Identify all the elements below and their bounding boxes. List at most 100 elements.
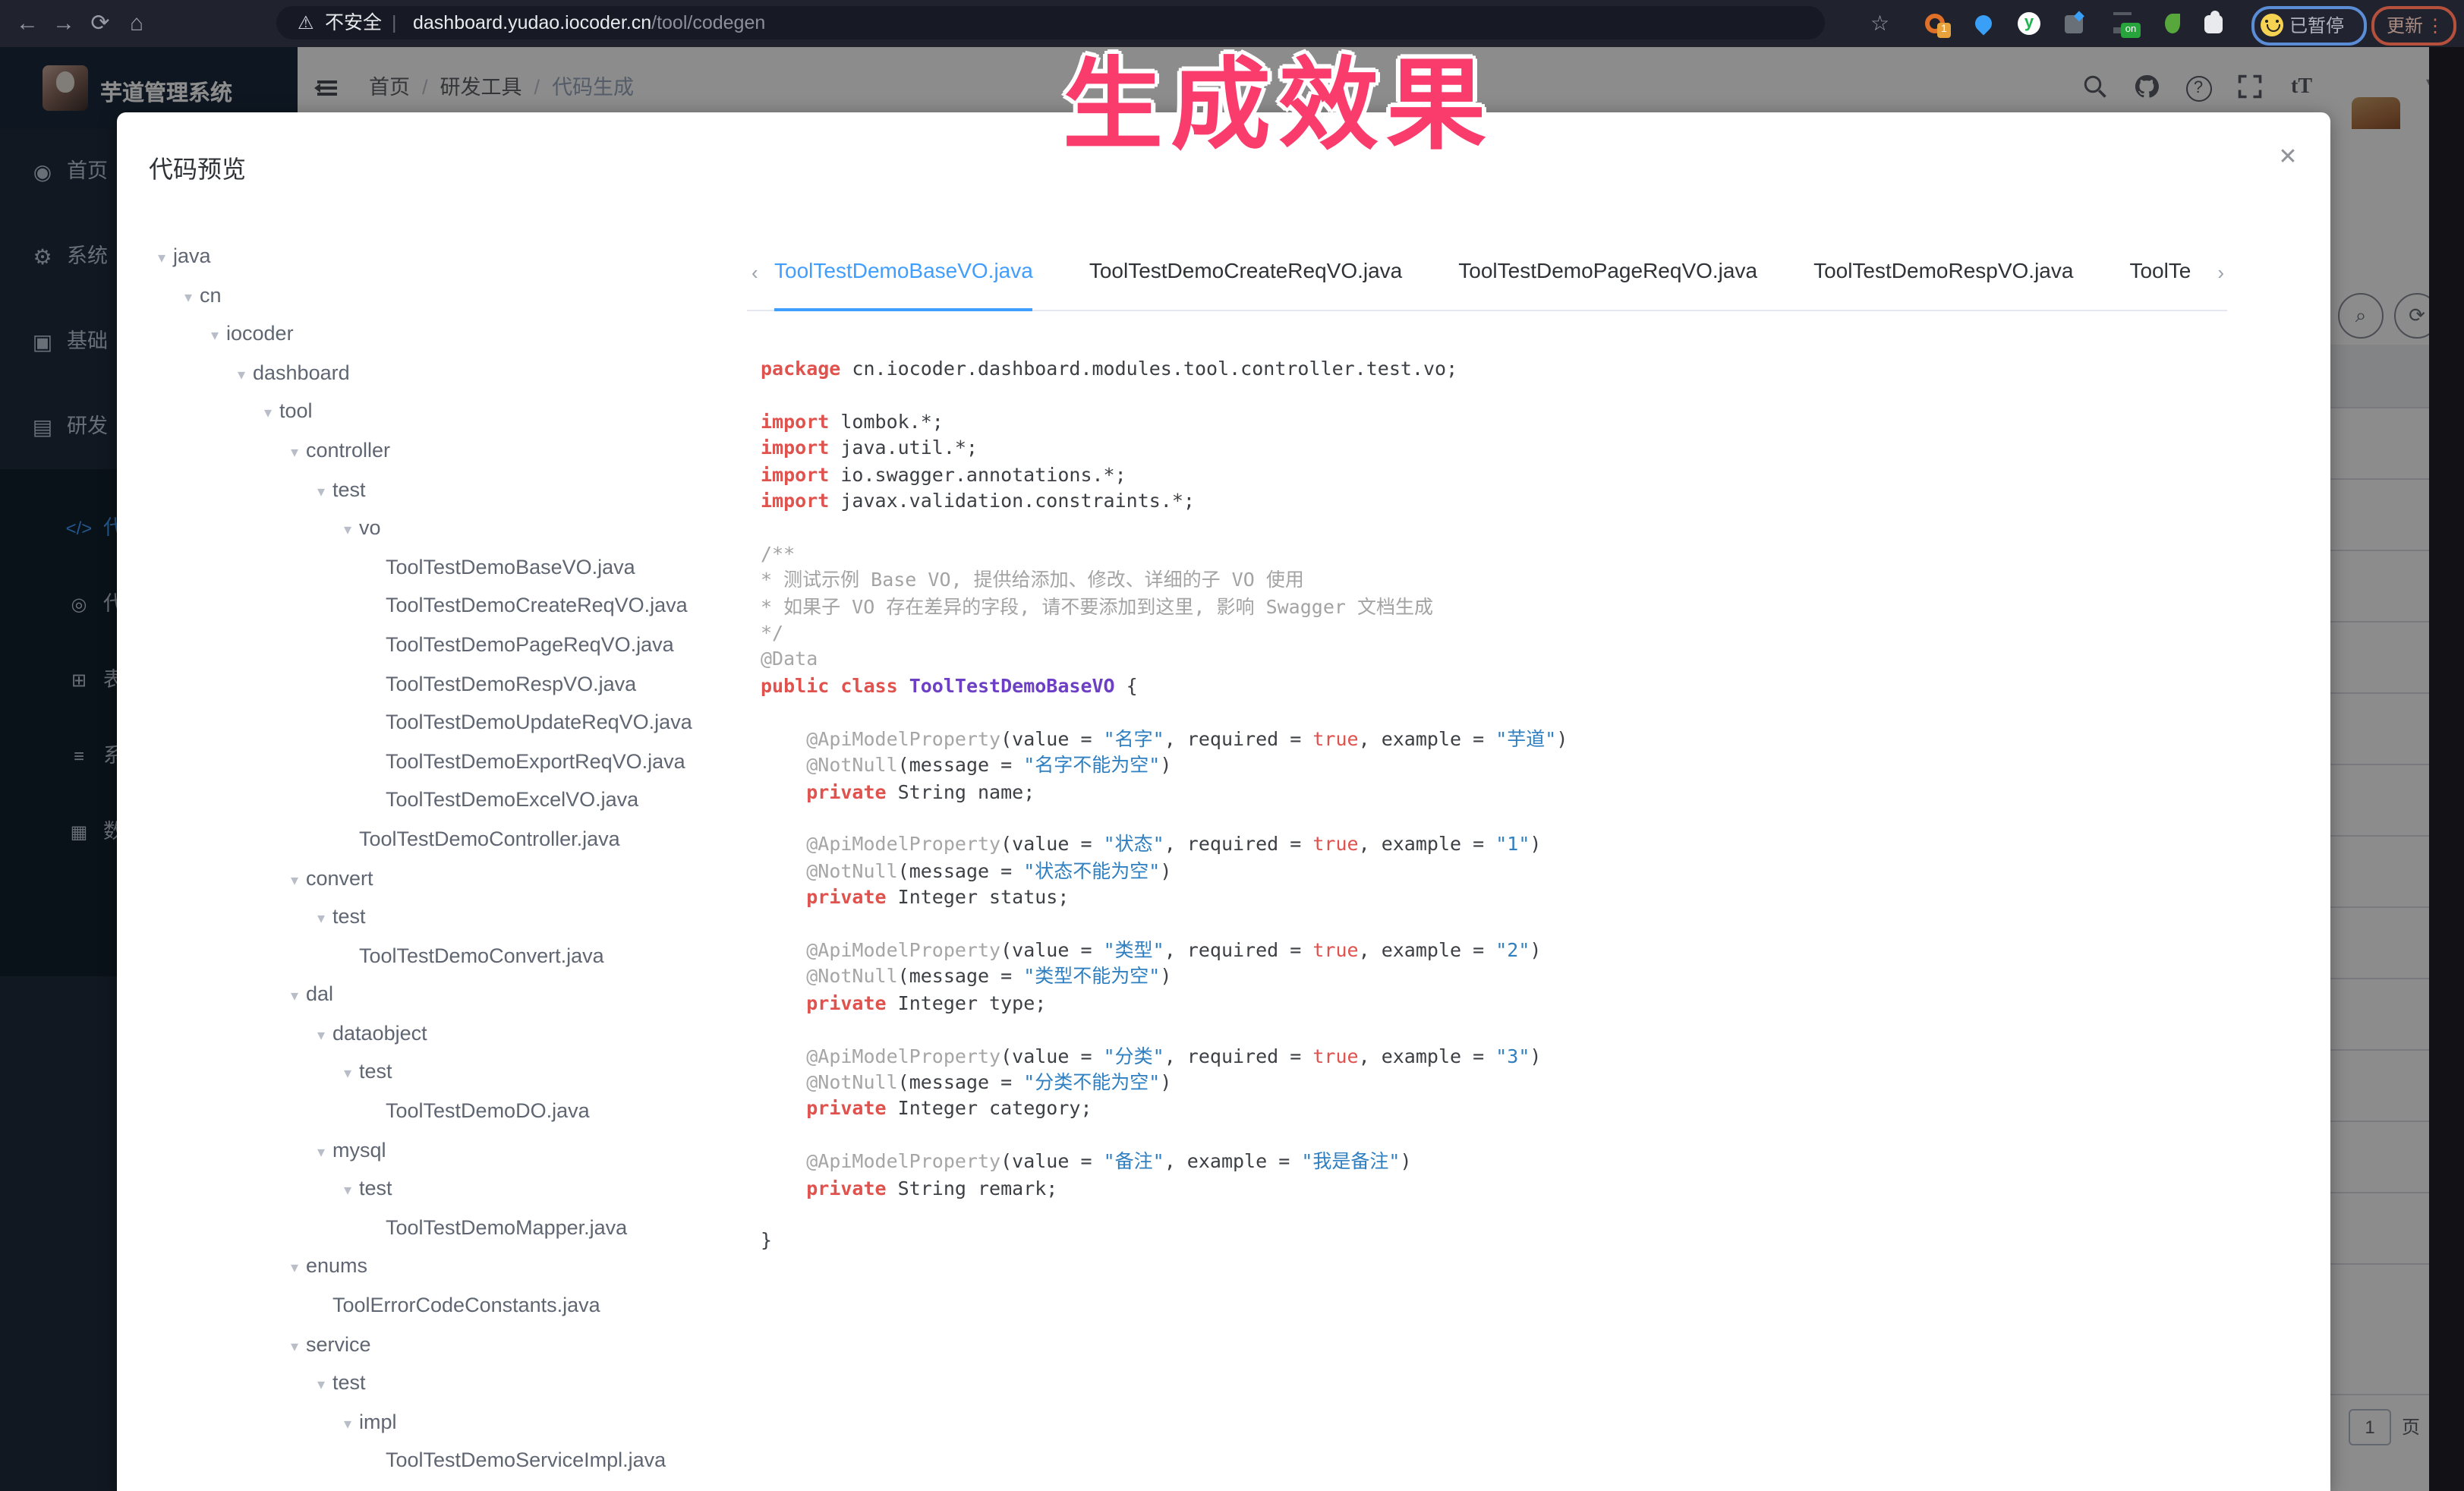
screen: ← → ⟳ ⌂ ⚠ 不安全 | dashboard.yudao.iocoder.…	[0, 0, 2464, 1491]
code-line	[761, 1122, 2294, 1149]
address-bar[interactable]: ⚠ 不安全 | dashboard.yudao.iocoder.cn/tool/…	[276, 6, 1825, 39]
tree-file[interactable]: ToolTestDemoController.java	[150, 820, 758, 859]
code-line	[761, 1201, 2294, 1228]
file-tab-1[interactable]: ToolTestDemoBaseVO.java	[774, 246, 1033, 311]
code-line: package cn.iocoder.dashboard.modules.too…	[761, 355, 2294, 382]
tree-file[interactable]: ToolTestDemoConvert.java	[150, 936, 758, 975]
tree-expand-caret-icon[interactable]: ▾	[336, 1406, 359, 1445]
file-tree: ▾java▾cn▾iocoder▾dashboard▾tool▾controll…	[150, 237, 758, 1480]
tree-expand-caret-icon[interactable]: ▾	[310, 1366, 332, 1405]
code-line: private String remark;	[761, 1174, 2294, 1201]
update-button[interactable]: 更新 ⋮	[2371, 6, 2456, 46]
tree-file[interactable]: ToolTestDemoExportReqVO.java	[150, 742, 758, 780]
tree-folder[interactable]: ▾test	[150, 897, 758, 936]
tree-file[interactable]: ToolTestDemoRespVO.java	[150, 664, 758, 703]
file-tabbar: ‹ ToolTestDemoBaseVO.java ToolTestDemoCre…	[747, 246, 2227, 311]
tree-expand-caret-icon[interactable]: ▾	[336, 512, 359, 550]
tree-folder[interactable]: ▾enums	[150, 1247, 758, 1286]
tree-expand-caret-icon[interactable]: ▾	[310, 1017, 332, 1056]
tree-folder[interactable]: ▾dal	[150, 976, 758, 1014]
tabs-scroll-right-icon[interactable]: ›	[2217, 261, 2224, 284]
tree-folder[interactable]: ▾tool	[150, 392, 758, 431]
tree-expand-caret-icon[interactable]: ▾	[310, 473, 332, 512]
file-tab-3[interactable]: ToolTestDemoPageReqVO.java	[1458, 246, 1757, 308]
tree-file[interactable]: ToolTestDemoDO.java	[150, 1092, 758, 1130]
extension-stats-icon[interactable]	[2065, 12, 2087, 35]
tree-folder[interactable]: ▾cn	[150, 276, 758, 314]
file-tab-2[interactable]: ToolTestDemoCreateReqVO.java	[1089, 246, 1402, 308]
extensions-puzzle-icon[interactable]	[2204, 12, 2227, 35]
tree-expand-caret-icon[interactable]: ▾	[230, 357, 253, 396]
tree-expand-caret-icon[interactable]: ▾	[283, 979, 306, 1017]
tree-expand-caret-icon[interactable]: ▾	[177, 279, 200, 317]
tree-folder[interactable]: ▾test	[150, 470, 758, 509]
tree-folder[interactable]: ▾vo	[150, 509, 758, 547]
tree-expand-caret-icon[interactable]: ▾	[336, 1173, 359, 1212]
tree-file[interactable]: ToolTestDemoPageReqVO.java	[150, 626, 758, 664]
tree-expand-caret-icon[interactable]: ▾	[336, 1056, 359, 1095]
tree-folder[interactable]: ▾test	[150, 1053, 758, 1092]
code-line: public class ToolTestDemoBaseVO {	[761, 673, 2294, 699]
extension-pin-icon[interactable]	[1972, 12, 1995, 35]
code-line: @NotNull(message = "名字不能为空")	[761, 752, 2294, 778]
tree-expand-caret-icon[interactable]: ▾	[310, 900, 332, 939]
code-line: private Integer category;	[761, 1095, 2294, 1122]
tree-folder[interactable]: ▾mysql	[150, 1130, 758, 1169]
tree-folder[interactable]: ▾dataobject	[150, 1014, 758, 1053]
code-line: @ApiModelProperty(value = "状态", required…	[761, 831, 2294, 858]
tree-folder[interactable]: ▾service	[150, 1325, 758, 1363]
extension-green-y-icon[interactable]: y	[2018, 12, 2040, 35]
tree-expand-caret-icon[interactable]: ▾	[283, 1250, 306, 1289]
extension-switch-on-icon[interactable]: on	[2113, 12, 2136, 35]
code-line: /**	[761, 541, 2294, 567]
file-tab-4[interactable]: ToolTestDemoRespVO.java	[1813, 246, 2073, 308]
tree-folder[interactable]: ▾dashboard	[150, 354, 758, 392]
tree-file[interactable]: ToolTestDemoExcelVO.java	[150, 781, 758, 820]
tree-file[interactable]: ToolTestDemoMapper.java	[150, 1209, 758, 1247]
extension-leaf-icon[interactable]	[2162, 12, 2185, 35]
tree-expand-caret-icon[interactable]: ▾	[310, 1133, 332, 1172]
tree-folder[interactable]: ▾controller	[150, 431, 758, 470]
tree-folder[interactable]: ▾test	[150, 1170, 758, 1209]
tree-expand-caret-icon[interactable]: ▾	[283, 1328, 306, 1366]
code-line	[761, 805, 2294, 831]
code-line: @ApiModelProperty(value = "分类", required…	[761, 1042, 2294, 1069]
code-line: @ApiModelProperty(value = "备注", example …	[761, 1148, 2294, 1174]
tree-folder[interactable]: ▾impl	[150, 1403, 758, 1442]
file-tab-5[interactable]: ToolTe	[2129, 246, 2191, 308]
tree-file[interactable]: ToolErrorCodeConstants.java	[150, 1286, 758, 1325]
browser-home-icon[interactable]: ⌂	[121, 0, 152, 47]
dialog-close-icon[interactable]: ✕	[2273, 143, 2303, 170]
code-line: private Integer type;	[761, 990, 2294, 1017]
browser-back-icon[interactable]: ←	[12, 0, 43, 47]
tree-file[interactable]: ToolTestDemoUpdateReqVO.java	[150, 703, 758, 742]
tabs-scroll-left-icon[interactable]: ‹	[751, 261, 758, 284]
code-line: @NotNull(message = "分类不能为空")	[761, 1069, 2294, 1095]
tree-folder[interactable]: ▾java	[150, 237, 758, 276]
address-separator: |	[392, 6, 397, 39]
browser-reload-icon[interactable]: ⟳	[85, 0, 115, 47]
tree-expand-caret-icon[interactable]: ▾	[283, 862, 306, 900]
paused-badge[interactable]: 已暂停	[2251, 6, 2367, 46]
tree-folder[interactable]: ▾iocoder	[150, 314, 758, 353]
tree-folder[interactable]: ▾test	[150, 1363, 758, 1402]
tree-expand-caret-icon[interactable]: ▾	[283, 434, 306, 473]
tree-folder[interactable]: ▾convert	[150, 859, 758, 897]
tree-expand-caret-icon[interactable]: ▾	[203, 317, 226, 356]
tree-file[interactable]: ToolTestDemoServiceImpl.java	[150, 1442, 758, 1480]
tree-expand-caret-icon[interactable]: ▾	[150, 240, 173, 279]
browser-forward-icon[interactable]: →	[49, 0, 79, 47]
code-line: @Data	[761, 646, 2294, 673]
tree-file[interactable]: ToolTestDemoBaseVO.java	[150, 548, 758, 587]
code-line	[761, 1016, 2294, 1042]
browser-menu-icon[interactable]: ⋮	[2426, 9, 2444, 43]
code-line: @ApiModelProperty(value = "类型", required…	[761, 937, 2294, 963]
code-line: * 如果子 VO 存在差异的字段, 请不要添加到这里, 影响 Swagger 文…	[761, 593, 2294, 619]
code-line: import io.swagger.annotations.*;	[761, 461, 2294, 487]
tree-expand-caret-icon[interactable]: ▾	[257, 396, 279, 434]
code-line	[761, 514, 2294, 541]
security-warning-label: 不安全	[325, 6, 382, 39]
bookmark-star-icon[interactable]: ☆	[1870, 0, 1889, 47]
extension-ubuntu-icon[interactable]: 1	[1925, 12, 1948, 35]
tree-file[interactable]: ToolTestDemoCreateReqVO.java	[150, 587, 758, 626]
